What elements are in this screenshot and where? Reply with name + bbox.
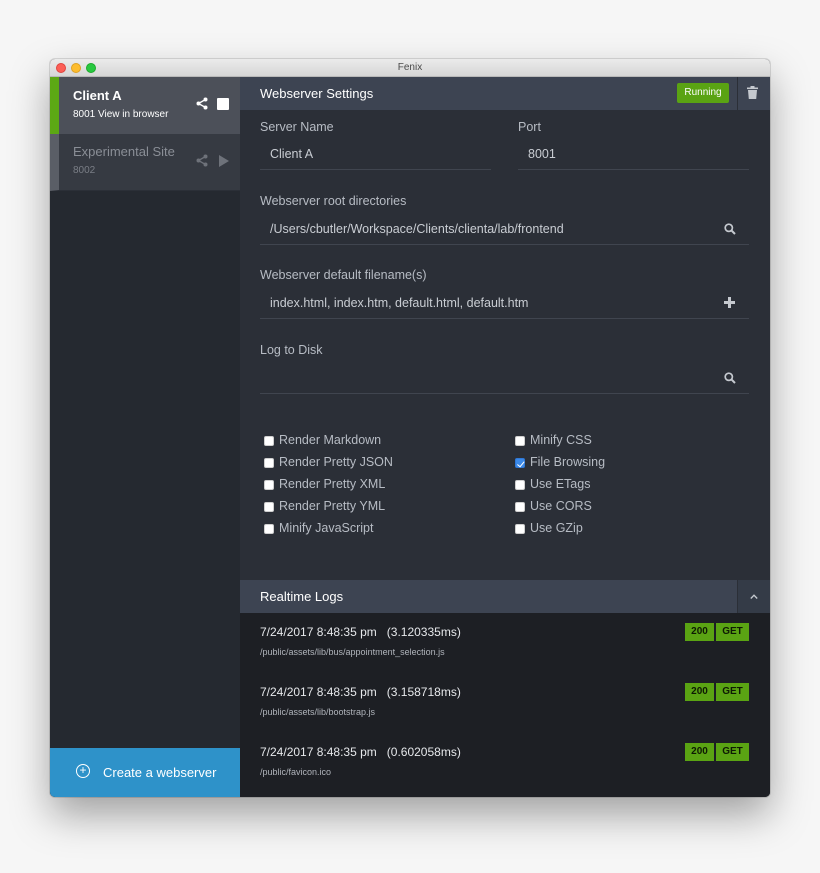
root-dirs-label: Webserver root directories [260, 194, 407, 208]
title-bar: Fenix [50, 59, 770, 77]
site-port: 8002 [73, 165, 96, 176]
log-time: 7/24/2017 8:48:35 pm [260, 625, 377, 639]
collapse-logs-button[interactable] [737, 580, 770, 613]
logs-list: 7/24/2017 8:48:35 pm (3.120335ms) /publi… [240, 613, 770, 797]
default-files-underline [260, 318, 749, 319]
plus-icon[interactable] [724, 297, 735, 308]
play-icon[interactable] [219, 155, 229, 167]
checkbox[interactable] [264, 436, 274, 446]
option-label: Use GZip [530, 521, 583, 535]
server-name-underline [260, 169, 491, 170]
log-timestamp: 7/24/2017 8:48:35 pm (3.120335ms) [260, 625, 461, 639]
port-underline [518, 169, 749, 170]
log-entry: 7/24/2017 8:48:35 pm (0.602058ms) /publi… [240, 733, 770, 793]
root-dirs-underline [260, 244, 749, 245]
app-window: Fenix Client A 8001 View in browser Expe… [50, 59, 770, 797]
option-label: Render Pretty YML [279, 499, 386, 513]
checkbox[interactable] [515, 480, 525, 490]
site-name: Experimental Site [73, 144, 175, 159]
server-name-label: Server Name [260, 120, 334, 134]
trash-icon[interactable] [747, 86, 758, 99]
checkbox[interactable] [264, 480, 274, 490]
create-webserver-button[interactable]: + Create a webserver [50, 748, 240, 797]
search-icon[interactable] [724, 372, 736, 384]
option-label: Render Markdown [279, 433, 382, 447]
log-to-disk-underline [260, 393, 749, 394]
share-icon[interactable] [196, 97, 208, 110]
option-label: Render Pretty JSON [279, 455, 393, 469]
log-path: /public/assets/lib/bus/appointment_selec… [260, 647, 445, 657]
running-status-badge[interactable]: Running [677, 83, 729, 103]
checkbox[interactable] [515, 436, 525, 446]
default-files-label: Webserver default filename(s) [260, 268, 427, 282]
root-dirs-input[interactable]: /Users/cbutler/Workspace/Clients/clienta… [270, 222, 564, 236]
log-to-disk-label: Log to Disk [260, 343, 323, 357]
status-code-badge: 200 [685, 743, 714, 761]
site-subline: 8001 View in browser [73, 109, 168, 120]
option-label: Use CORS [530, 499, 592, 513]
status-code-badge: 200 [685, 623, 714, 641]
checkbox[interactable] [264, 524, 274, 534]
logs-title: Realtime Logs [260, 589, 344, 604]
option-label: Render Pretty XML [279, 477, 386, 491]
site-item-experimental[interactable]: Experimental Site 8002 [50, 134, 240, 191]
port-label: Port [518, 120, 541, 134]
site-name: Client A [73, 88, 122, 103]
main-panel: Webserver Settings Running Server Name C… [240, 77, 770, 797]
checkbox-checked[interactable] [515, 458, 525, 468]
log-timestamp: 7/24/2017 8:48:35 pm (0.602058ms) [260, 745, 461, 759]
header-divider [737, 77, 738, 110]
checkbox[interactable] [515, 502, 525, 512]
site-port: 8001 [73, 109, 96, 120]
option-label: Minify CSS [530, 433, 592, 447]
window-title: Fenix [397, 62, 423, 73]
log-time: 7/24/2017 8:48:35 pm [260, 685, 377, 699]
sidebar: Client A 8001 View in browser Experiment… [50, 77, 240, 797]
search-icon[interactable] [724, 223, 736, 235]
method-badge: GET [716, 623, 749, 641]
settings-title: Webserver Settings [260, 86, 374, 101]
log-entry: 7/24/2017 8:48:35 pm (3.158718ms) /publi… [240, 673, 770, 733]
option-label: Use ETags [530, 477, 591, 491]
stop-icon[interactable] [217, 98, 229, 110]
status-code-badge: 200 [685, 683, 714, 701]
add-circle-icon: + [76, 764, 90, 778]
default-files-input[interactable]: index.html, index.htm, default.html, def… [270, 296, 528, 310]
server-name-input[interactable]: Client A [270, 147, 313, 161]
checkbox[interactable] [515, 524, 525, 534]
checkbox[interactable] [264, 458, 274, 468]
method-badge: GET [716, 743, 749, 761]
site-item-client-a[interactable]: Client A 8001 View in browser [50, 77, 240, 134]
chevron-up-icon [750, 594, 758, 599]
log-timestamp: 7/24/2017 8:48:35 pm (3.158718ms) [260, 685, 461, 699]
checkbox[interactable] [264, 502, 274, 512]
log-path: /public/assets/lib/bootstrap.js [260, 707, 376, 717]
option-label: Minify JavaScript [279, 521, 374, 535]
log-duration: (3.120335ms) [386, 625, 461, 639]
create-webserver-label: Create a webserver [103, 765, 217, 780]
option-label: File Browsing [530, 455, 606, 469]
log-time: 7/24/2017 8:48:35 pm [260, 745, 377, 759]
view-in-browser-link[interactable]: View in browser [98, 109, 168, 120]
log-duration: (0.602058ms) [386, 745, 461, 759]
share-icon[interactable] [196, 154, 208, 167]
settings-header: Webserver Settings Running [240, 77, 770, 110]
logs-header: Realtime Logs [240, 580, 770, 613]
log-entry: 7/24/2017 8:48:35 pm (3.120335ms) /publi… [240, 613, 770, 673]
log-path: /public/favicon.ico [260, 767, 332, 777]
log-duration: (3.158718ms) [386, 685, 461, 699]
method-badge: GET [716, 683, 749, 701]
port-input[interactable]: 8001 [528, 147, 556, 161]
